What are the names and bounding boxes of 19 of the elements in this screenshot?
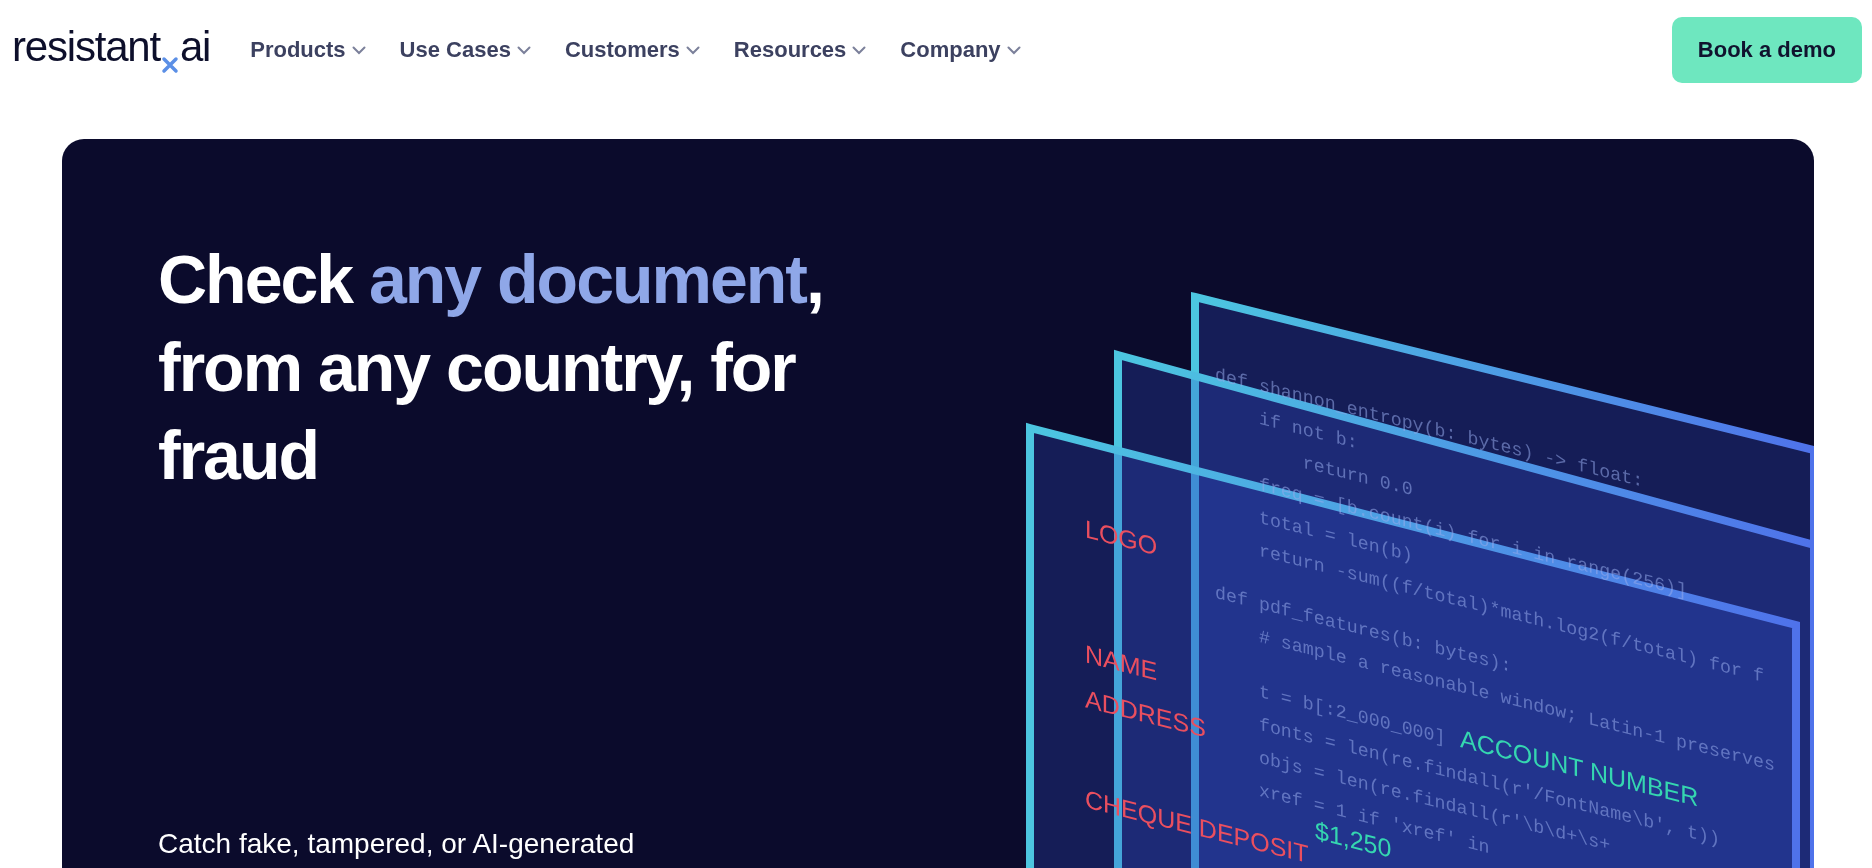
document-field-label: NAME <box>1085 639 1158 686</box>
book-demo-button[interactable]: Book a demo <box>1671 17 1862 83</box>
chevron-down-icon <box>685 45 700 55</box>
logo-text: resistant <box>12 26 160 68</box>
chevron-down-icon <box>351 45 366 55</box>
hero-subtext: Catch fake, tampered, or AI-generated <box>158 828 636 861</box>
nav-menu-item[interactable]: Products <box>250 37 366 63</box>
nav-menu-item[interactable]: Use Cases <box>399 37 531 63</box>
chevron-down-icon <box>852 45 867 55</box>
logo-text: ai <box>179 26 211 68</box>
nav-menu-item[interactable]: Resources <box>733 37 867 63</box>
chevron-down-icon <box>516 45 531 55</box>
nav-menu-item[interactable]: Company <box>900 37 1021 63</box>
document-field-label: LOGO <box>1085 514 1158 561</box>
hero-heading: Check any document, from any country, for fraud <box>158 240 824 495</box>
chevron-down-icon <box>1006 45 1021 55</box>
nav-menu-item[interactable]: Customers <box>564 37 700 63</box>
cross-icon <box>160 56 179 74</box>
logo-link[interactable]: resistant ai <box>12 26 211 74</box>
